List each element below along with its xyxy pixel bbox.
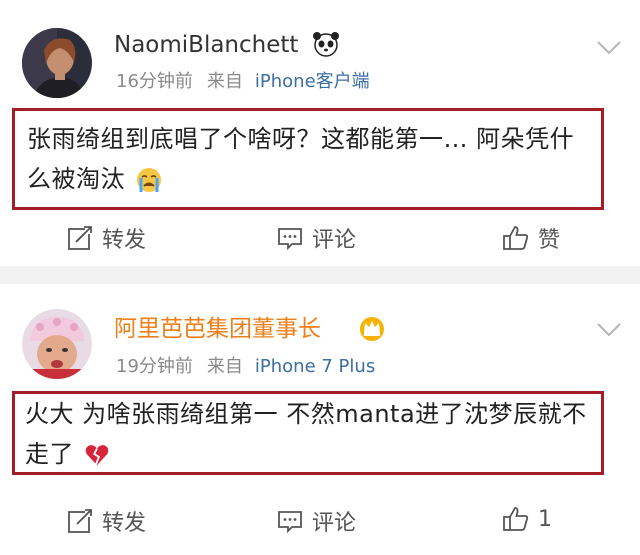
like-button[interactable]: 1	[502, 505, 552, 533]
post-time: 19分钟前	[116, 356, 193, 377]
post-text: 张雨绮组到底唱了个啥呀？这都能第一… 阿朵凭什么被淘汰	[27, 125, 575, 193]
username[interactable]: NaomiBlanchett	[114, 31, 298, 59]
forward-button[interactable]: 转发	[66, 222, 146, 254]
comment-icon	[278, 228, 302, 251]
panda-icon	[313, 32, 339, 57]
source-link[interactable]: iPhone 7 Plus	[255, 356, 375, 377]
like-button[interactable]: 赞	[502, 222, 560, 254]
thumbs-up-icon	[503, 507, 529, 531]
avatar[interactable]	[22, 309, 92, 379]
broken-heart-icon	[85, 445, 109, 466]
comment-label: 评论	[312, 228, 357, 253]
from-label: 来自	[206, 356, 243, 377]
avatar-image	[22, 309, 92, 379]
comment-label: 评论	[312, 511, 357, 536]
post-content: 火大 为啥张雨绮组第一 不然manta进了沈梦辰就不走了	[12, 391, 604, 475]
avatar-image	[22, 28, 92, 98]
chevron-down-icon[interactable]	[596, 40, 622, 56]
comment-card-1: NaomiBlanchett 16分钟前 来自 iPhone客户端 张雨绮组到底唱了…	[0, 0, 640, 266]
forward-label: 转发	[102, 511, 147, 536]
post-meta: 19分钟前 来自 iPhone 7 Plus	[116, 355, 375, 379]
like-count: 1	[538, 506, 552, 532]
chevron-down-icon[interactable]	[596, 322, 622, 338]
username[interactable]: 阿里芭芭集团董事长	[114, 315, 321, 343]
comment-icon	[278, 511, 302, 534]
from-label: 来自	[206, 71, 243, 92]
share-icon	[68, 225, 94, 250]
crying-face-icon	[137, 168, 162, 192]
avatar[interactable]	[22, 28, 92, 98]
like-label: 赞	[538, 228, 561, 253]
crown-icon	[360, 317, 384, 341]
comment-button[interactable]: 评论	[276, 222, 356, 254]
post-time: 16分钟前	[116, 71, 193, 92]
thumbs-up-icon	[503, 226, 529, 250]
forward-label: 转发	[102, 228, 147, 253]
post-content: 张雨绮组到底唱了个啥呀？这都能第一… 阿朵凭什么被淘汰	[12, 108, 604, 210]
source-link[interactable]: iPhone客户端	[255, 71, 370, 92]
share-icon	[68, 508, 94, 533]
comment-button[interactable]: 评论	[276, 505, 356, 537]
forward-button[interactable]: 转发	[66, 505, 146, 537]
post-meta: 16分钟前 来自 iPhone客户端	[116, 70, 370, 94]
